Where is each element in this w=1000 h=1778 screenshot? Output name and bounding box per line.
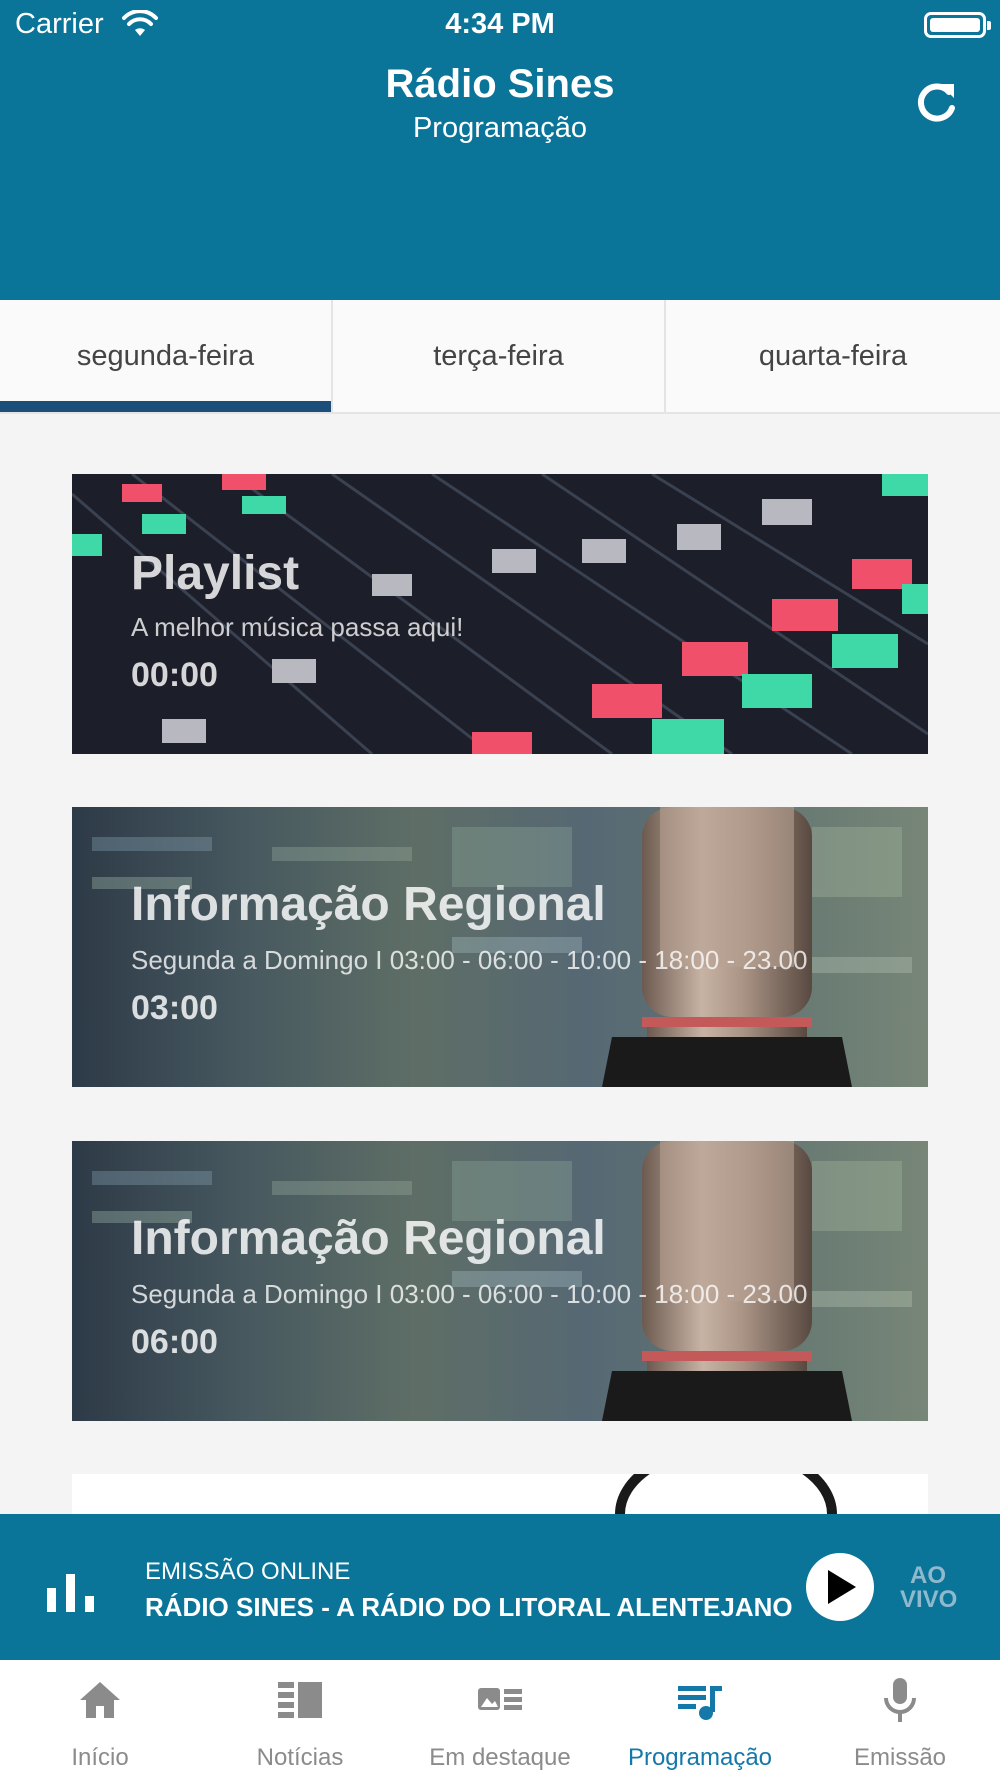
- app-screen: Carrier 4:34 PM Rádio Sines Programação …: [0, 0, 1000, 1778]
- tab-terca-feira[interactable]: terça-feira: [333, 300, 666, 412]
- nav-item-programacao[interactable]: Programação: [600, 1660, 800, 1778]
- program-time: 03:00: [131, 989, 218, 1027]
- refresh-icon[interactable]: [912, 78, 960, 126]
- schedule-icon: [678, 1686, 722, 1720]
- page-title: Rádio Sines: [385, 62, 615, 106]
- program-card[interactable]: Informação Regional Segunda a Domingo I …: [72, 807, 928, 1087]
- program-card[interactable]: Informação Regional Segunda a Domingo I …: [72, 1141, 928, 1421]
- status-bar: Carrier 4:34 PM: [0, 0, 1000, 50]
- header: Carrier 4:34 PM Rádio Sines Programação: [0, 0, 1000, 300]
- program-description: A melhor música passa aqui!: [131, 612, 464, 642]
- news-icon: [278, 1682, 322, 1718]
- tab-quarta-feira[interactable]: quarta-feira: [666, 300, 1000, 412]
- battery-icon: [924, 12, 991, 38]
- program-time: 06:00: [131, 1323, 218, 1361]
- program-card[interactable]: [72, 1474, 928, 1514]
- status-time: 4:34 PM: [445, 8, 555, 40]
- program-title: Playlist: [131, 547, 300, 600]
- program-title: Informação Regional: [131, 1212, 606, 1265]
- day-tabs: segunda-feira terça-feira quarta-feira: [0, 300, 1000, 414]
- featured-icon: [478, 1688, 522, 1710]
- microphone-icon: [884, 1678, 916, 1722]
- program-description: Segunda a Domingo I 03:00 - 06:00 - 10:0…: [131, 945, 808, 975]
- nav-item-emissao[interactable]: Emissão: [800, 1660, 1000, 1778]
- home-icon: [80, 1682, 120, 1718]
- live-badge: AO VIVO: [900, 1562, 958, 1613]
- program-card[interactable]: Playlist A melhor música passa aqui! 00:…: [72, 474, 928, 754]
- program-time: 00:00: [131, 656, 218, 694]
- page-subtitle: Programação: [412, 112, 588, 144]
- nav-label: Programação: [627, 1744, 773, 1771]
- bottom-nav: Início Notícias Em destaque Programação …: [0, 1660, 1000, 1778]
- play-icon: [828, 1570, 856, 1604]
- program-description: Segunda a Domingo I 03:00 - 06:00 - 10:0…: [131, 1279, 808, 1309]
- nav-label: Notícias: [256, 1744, 344, 1771]
- tab-segunda-feira[interactable]: segunda-feira: [0, 300, 333, 412]
- nav-label: Emissão: [853, 1744, 947, 1771]
- player-bar[interactable]: EMISSÃO ONLINE RÁDIO SINES - A RÁDIO DO …: [0, 1514, 1000, 1660]
- live-badge-line2: VIVO: [900, 1586, 958, 1613]
- nav-item-inicio[interactable]: Início: [0, 1660, 200, 1778]
- live-badge-line1: AO: [910, 1562, 946, 1589]
- nav-item-em-destaque[interactable]: Em destaque: [400, 1660, 600, 1778]
- nav-item-noticias[interactable]: Notícias: [200, 1660, 400, 1778]
- equalizer-icon: [47, 1574, 94, 1612]
- nav-label: Em destaque: [429, 1744, 571, 1771]
- play-button[interactable]: [806, 1553, 874, 1621]
- player-station: RÁDIO SINES - A RÁDIO DO LITORAL ALENTEJ…: [145, 1592, 793, 1622]
- program-image: [615, 1474, 837, 1514]
- program-title: Informação Regional: [131, 878, 606, 931]
- player-label: EMISSÃO ONLINE: [145, 1558, 351, 1585]
- nav-label: Início: [71, 1744, 129, 1771]
